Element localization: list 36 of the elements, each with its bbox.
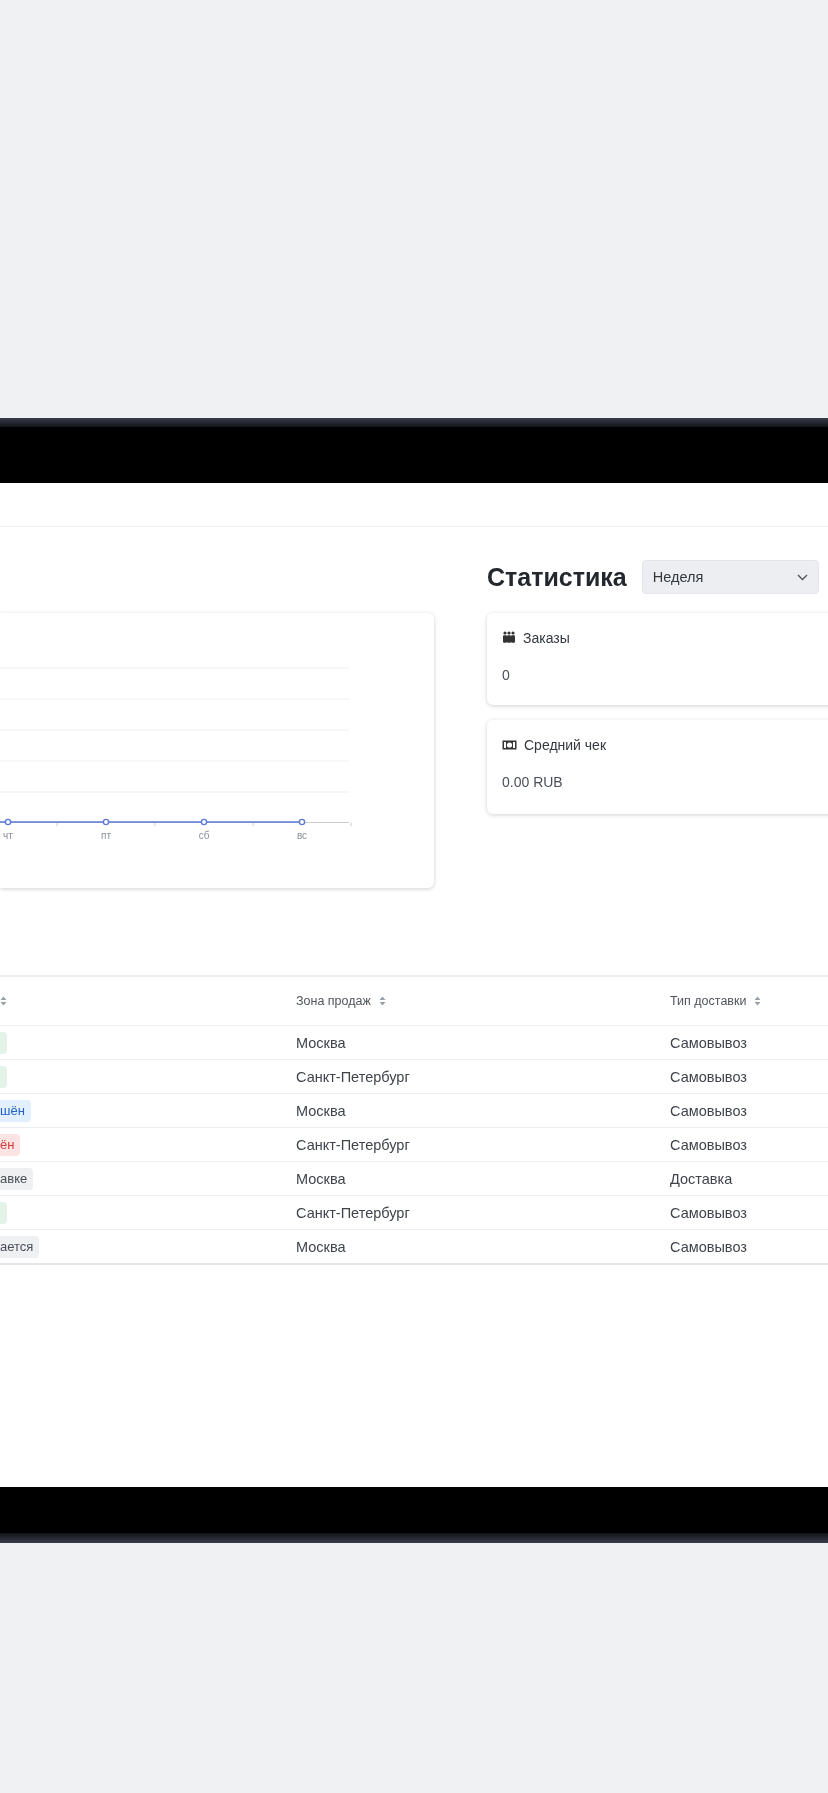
status-badge: ён [0, 1133, 21, 1156]
sort-icon[interactable] [378, 996, 386, 1006]
stat-label: Заказы [523, 630, 570, 646]
column-header[interactable]: Тип доставки [670, 994, 747, 1008]
zone-cell-text: Санкт-Петербург [296, 1068, 411, 1085]
column-header[interactable]: Зона продаж [296, 994, 371, 1008]
zone-cell-text: Москва [296, 1170, 347, 1187]
section-title: Статистика [487, 562, 627, 592]
delivery-cell-text: Самовывоз [670, 1102, 748, 1119]
zone-cell-text: Москва [296, 1034, 347, 1051]
axis-label: чт [3, 830, 13, 841]
zone-cell-text: Москва [296, 1238, 347, 1255]
delivery-cell-text: Самовывоз [670, 1238, 748, 1255]
sort-icon[interactable] [0, 996, 7, 1006]
zone-cell-text: Санкт-Петербург [296, 1204, 411, 1221]
period-select[interactable]: Неделя [641, 560, 819, 594]
stat-value: 0.00 RUB [502, 774, 564, 790]
stat-value: 0 [502, 667, 511, 683]
sort-icon[interactable] [754, 996, 762, 1006]
chevron-down-icon [796, 573, 808, 581]
axis-label: вс [296, 830, 308, 841]
delivery-cell-text: Самовывоз [670, 1204, 748, 1221]
zone-cell-text: Санкт-Петербург [296, 1136, 411, 1153]
delivery-cell-text: Самовывоз [670, 1068, 748, 1085]
status-badge: ается [0, 1235, 40, 1258]
banknote-icon [502, 740, 517, 750]
people-icon [502, 631, 516, 643]
delivery-cell-text: Доставка [670, 1170, 734, 1187]
status-badge: шён [0, 1099, 31, 1122]
status-badge: авке [0, 1167, 34, 1190]
zone-cell-text: Москва [296, 1102, 347, 1119]
delivery-cell-text: Самовывоз [670, 1034, 748, 1051]
axis-label: сб [198, 830, 210, 841]
axis-label: пт [101, 830, 111, 841]
stat-label: Средний чек [524, 737, 606, 753]
delivery-cell-text: Самовывоз [670, 1136, 748, 1153]
